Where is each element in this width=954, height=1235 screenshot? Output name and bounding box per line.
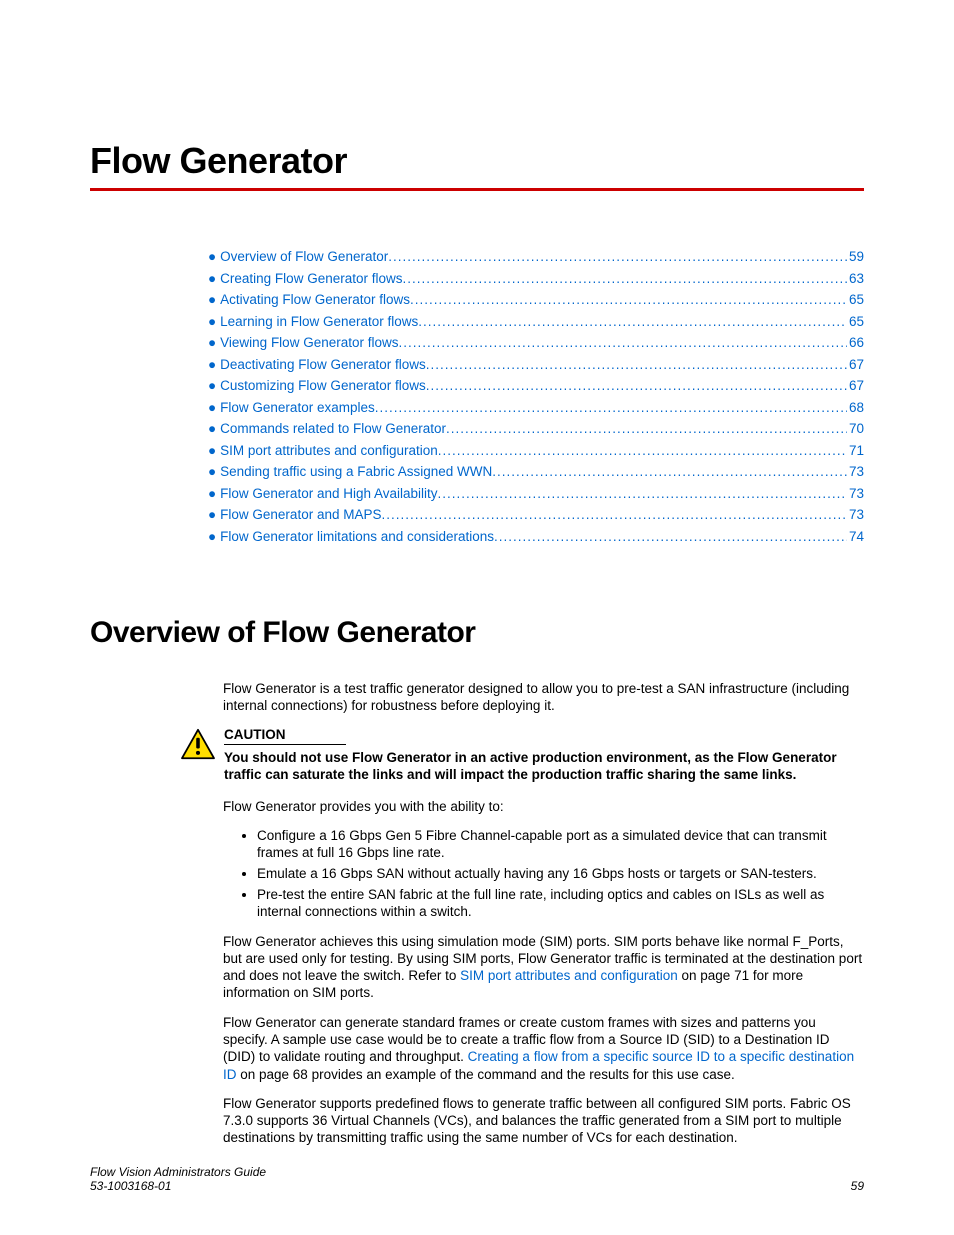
- toc-link[interactable]: Commands related to Flow Generator: [220, 421, 446, 436]
- chapter-title: Flow Generator: [90, 140, 864, 182]
- toc-leader: [438, 486, 847, 501]
- toc-row: ● Sending traffic using a Fabric Assigned…: [208, 464, 864, 479]
- toc-page-number[interactable]: 65: [847, 292, 864, 307]
- toc-leader: [402, 271, 846, 286]
- toc-page-number[interactable]: 68: [847, 400, 864, 415]
- toc-leader: [381, 507, 846, 522]
- toc-bullet-icon: ●: [208, 271, 216, 286]
- toc-row: ● Deactivating Flow Generator flows 67: [208, 357, 864, 372]
- sim-link[interactable]: SIM port attributes and configuration: [460, 968, 678, 983]
- toc-bullet-icon: ●: [208, 421, 216, 436]
- toc-bullet-icon: ●: [208, 400, 216, 415]
- toc-bullet-icon: ●: [208, 486, 216, 501]
- toc-page-number[interactable]: 63: [847, 271, 864, 286]
- toc-link[interactable]: Flow Generator and MAPS: [220, 507, 381, 522]
- caution-text: CAUTION You should not use Flow Generato…: [224, 726, 864, 784]
- toc-page-number[interactable]: 71: [847, 443, 864, 458]
- toc-leader: [494, 529, 847, 544]
- toc-bullet-icon: ●: [208, 314, 216, 329]
- toc-page-number[interactable]: 59: [847, 249, 864, 264]
- toc-bullet-icon: ●: [208, 464, 216, 479]
- toc-link[interactable]: Flow Generator limitations and considera…: [220, 529, 494, 544]
- footer-page-number: 59: [851, 1179, 864, 1193]
- toc-leader: [446, 421, 847, 436]
- toc-row: ● Learning in Flow Generator flows 65: [208, 314, 864, 329]
- caution-block: CAUTION You should not use Flow Generato…: [180, 726, 864, 784]
- toc-bullet-icon: ●: [208, 335, 216, 350]
- toc-leader: [492, 464, 847, 479]
- toc-row: ● Flow Generator limitations and consider…: [208, 529, 864, 544]
- toc-leader: [375, 400, 847, 415]
- toc-bullet-icon: ●: [208, 292, 216, 307]
- intro-paragraph: Flow Generator is a test traffic generat…: [223, 680, 864, 715]
- caution-heading: CAUTION: [224, 726, 346, 745]
- toc-bullet-icon: ●: [208, 529, 216, 544]
- toc-link[interactable]: Customizing Flow Generator flows: [220, 378, 426, 393]
- toc-row: ● Overview of Flow Generator 59: [208, 249, 864, 264]
- chapter-rule: [90, 188, 864, 191]
- ability-lead: Flow Generator provides you with the abi…: [223, 798, 864, 815]
- toc-bullet-icon: ●: [208, 443, 216, 458]
- toc-leader: [426, 378, 847, 393]
- toc-bullet-icon: ●: [208, 507, 216, 522]
- toc-row: ● Flow Generator and MAPS 73: [208, 507, 864, 522]
- frames-text-b: on page 68 provides an example of the co…: [237, 1067, 735, 1082]
- toc-page-number[interactable]: 73: [847, 486, 864, 501]
- toc-link[interactable]: Activating Flow Generator flows: [220, 292, 410, 307]
- toc-row: ● Creating Flow Generator flows 63: [208, 271, 864, 286]
- vc-paragraph: Flow Generator supports predefined flows…: [223, 1095, 864, 1147]
- intro-paragraph-block: Flow Generator is a test traffic generat…: [223, 680, 864, 715]
- toc-row: ● Activating Flow Generator flows 65: [208, 292, 864, 307]
- toc-link[interactable]: SIM port attributes and configuration: [220, 443, 438, 458]
- toc-leader: [388, 249, 847, 264]
- toc-row: ● Flow Generator and High Availability 73: [208, 486, 864, 501]
- toc-page-number[interactable]: 66: [847, 335, 864, 350]
- section-heading: Overview of Flow Generator: [90, 616, 864, 650]
- caution-body: You should not use Flow Generator in an …: [224, 749, 864, 784]
- footer-title: Flow Vision Administrators Guide: [90, 1165, 266, 1179]
- toc-link[interactable]: Creating Flow Generator flows: [220, 271, 402, 286]
- toc-bullet-icon: ●: [208, 378, 216, 393]
- page-content: Flow Generator ● Overview of Flow Generat…: [0, 0, 954, 1147]
- toc-leader: [438, 443, 847, 458]
- toc-leader: [398, 335, 846, 350]
- ability-list: Configure a 16 Gbps Gen 5 Fibre Channel-…: [223, 827, 864, 921]
- toc-row: ● Flow Generator examples 68: [208, 400, 864, 415]
- toc-page-number[interactable]: 73: [847, 464, 864, 479]
- toc-leader: [426, 357, 847, 372]
- caution-icon: [180, 728, 216, 765]
- footer-left: Flow Vision Administrators Guide 53-1003…: [90, 1165, 266, 1193]
- footer-docnum: 53-1003168-01: [90, 1179, 266, 1193]
- toc-link[interactable]: Overview of Flow Generator: [220, 249, 388, 264]
- toc-link[interactable]: Sending traffic using a Fabric Assigned …: [220, 464, 492, 479]
- frames-paragraph: Flow Generator can generate standard fra…: [223, 1014, 864, 1083]
- toc-page-number[interactable]: 74: [847, 529, 864, 544]
- toc-page-number[interactable]: 65: [847, 314, 864, 329]
- toc-page-number[interactable]: 73: [847, 507, 864, 522]
- toc-page-number[interactable]: 67: [847, 357, 864, 372]
- ability-item: Pre-test the entire SAN fabric at the fu…: [257, 886, 864, 921]
- sim-paragraph: Flow Generator achieves this using simul…: [223, 933, 864, 1002]
- ability-item: Emulate a 16 Gbps SAN without actually h…: [257, 865, 864, 883]
- toc-leader: [410, 292, 847, 307]
- toc-link[interactable]: Flow Generator and High Availability: [220, 486, 437, 501]
- toc-page-number[interactable]: 67: [847, 378, 864, 393]
- toc-link[interactable]: Deactivating Flow Generator flows: [220, 357, 426, 372]
- page-footer: Flow Vision Administrators Guide 53-1003…: [90, 1165, 864, 1193]
- toc-link[interactable]: Viewing Flow Generator flows: [220, 335, 398, 350]
- toc-leader: [418, 314, 847, 329]
- toc-bullet-icon: ●: [208, 357, 216, 372]
- toc-link[interactable]: Flow Generator examples: [220, 400, 375, 415]
- ability-item: Configure a 16 Gbps Gen 5 Fibre Channel-…: [257, 827, 864, 862]
- toc-row: ● SIM port attributes and configuration 7…: [208, 443, 864, 458]
- toc-row: ● Customizing Flow Generator flows 67: [208, 378, 864, 393]
- toc-bullet-icon: ●: [208, 249, 216, 264]
- toc-link[interactable]: Learning in Flow Generator flows: [220, 314, 418, 329]
- body-column: Flow Generator provides you with the abi…: [223, 798, 864, 1147]
- toc-page-number[interactable]: 70: [847, 421, 864, 436]
- table-of-contents: ● Overview of Flow Generator 59 ● Creating …: [208, 249, 864, 544]
- toc-row: ● Viewing Flow Generator flows 66: [208, 335, 864, 350]
- toc-row: ● Commands related to Flow Generator 70: [208, 421, 864, 436]
